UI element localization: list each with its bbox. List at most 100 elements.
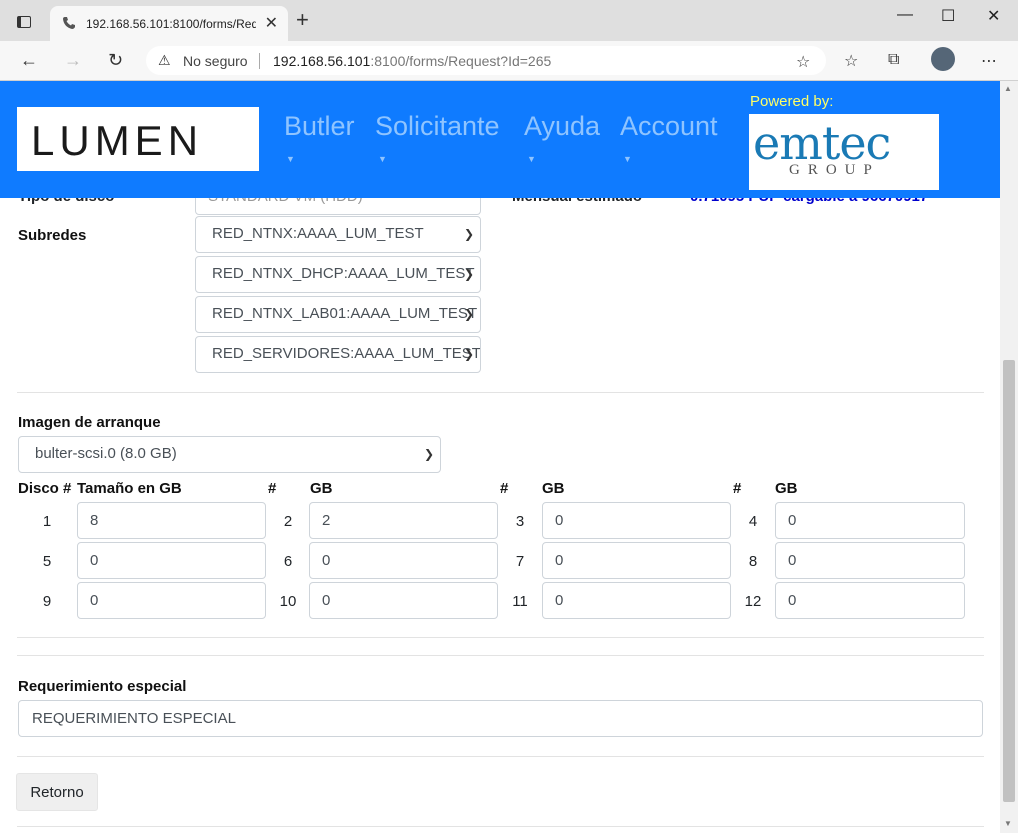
disk-size-input[interactable]: 0 [775, 502, 965, 539]
close-window-icon[interactable]: ✕ [987, 6, 1000, 26]
disk-number: 10 [279, 593, 297, 610]
chevron-down-icon[interactable]: ▼ [286, 154, 295, 164]
chevron-down-icon: ❯ [463, 307, 474, 321]
subnets-label: Subredes [18, 227, 87, 244]
disk-number-header: # [733, 480, 742, 497]
special-requirement-input[interactable]: REQUERIMIENTO ESPECIAL [18, 700, 983, 737]
disk-number: 7 [515, 553, 525, 570]
disk-number: 9 [42, 593, 52, 610]
nav-butler[interactable]: Butler [284, 111, 355, 142]
maximize-icon[interactable]: ☐ [941, 6, 955, 26]
disk-number-header: # [268, 480, 277, 497]
disk-size-input[interactable]: 0 [775, 582, 965, 619]
address-toolbar: ← → ↻ ⚠ No seguro 192.168.56.101:8100/fo… [0, 41, 1018, 81]
disk-number: 5 [42, 553, 52, 570]
divider [259, 53, 260, 69]
scroll-down-icon[interactable]: ▼ [1004, 819, 1012, 828]
browser-tab[interactable]: 192.168.56.101:8100/forms/Requ ✕ [50, 6, 288, 41]
divider [17, 826, 984, 827]
divider [17, 392, 984, 393]
close-tab-icon[interactable]: ✕ [265, 13, 278, 33]
disk-size-input[interactable]: 0 [775, 542, 965, 579]
phone-favicon-icon [63, 17, 75, 29]
chevron-down-icon[interactable]: ▼ [378, 154, 387, 164]
subnet-select-value: RED_SERVIDORES:AAAA_LUM_TEST [212, 345, 481, 362]
collections-icon[interactable]: ⧉ [888, 51, 899, 69]
lumen-logo[interactable]: LUMEN [17, 107, 259, 171]
disk-size-input[interactable]: 8 [77, 502, 266, 539]
add-favorite-icon[interactable]: ☆ [796, 52, 810, 72]
divider [17, 756, 984, 757]
emtec-logo-subtext: GROUP [789, 162, 880, 178]
lumen-logo-text: LUMEN [31, 117, 204, 164]
disk-number: 1 [42, 513, 52, 530]
address-field[interactable]: ⚠ No seguro 192.168.56.101:8100/forms/Re… [146, 46, 826, 75]
subnet-select-1[interactable]: RED_NTNX:AAAA_LUM_TEST ❯ [195, 216, 481, 253]
disk-size-input[interactable]: 0 [542, 502, 731, 539]
disk-size-input[interactable]: 2 [309, 502, 498, 539]
return-button[interactable]: Retorno [16, 773, 98, 811]
subnet-select-value: RED_NTNX:AAAA_LUM_TEST [212, 225, 424, 242]
disk-size-input[interactable]: 0 [309, 542, 498, 579]
page-viewport: Tipo de disco STANDARD VM (HDD) Mensual … [0, 81, 1000, 833]
scrollbar-thumb[interactable] [1003, 360, 1015, 802]
chevron-down-icon: ❯ [423, 447, 434, 461]
subnet-select-3[interactable]: RED_NTNX_LAB01:AAAA_LUM_TEST ❯ [195, 296, 481, 333]
site-header: LUMEN Butler ▼ Solicitante ▼ Ayuda ▼ Acc… [0, 81, 1000, 198]
profile-avatar[interactable] [931, 47, 955, 71]
warning-icon[interactable]: ⚠ [158, 52, 171, 69]
tab-title: 192.168.56.101:8100/forms/Requ [86, 17, 256, 31]
back-arrow-icon[interactable]: ← [20, 50, 38, 71]
divider [17, 637, 984, 638]
boot-image-value: bulter-scsi.0 (8.0 GB) [35, 445, 177, 462]
special-requirement-label: Requerimiento especial [18, 678, 187, 695]
chevron-down-icon[interactable]: ▼ [623, 154, 632, 164]
disk-size-input[interactable]: 0 [309, 582, 498, 619]
disk-size-header: GB [542, 480, 565, 497]
new-tab-icon[interactable]: + [296, 9, 309, 31]
disk-size-input[interactable]: 0 [77, 542, 266, 579]
subnet-select-value: RED_NTNX_LAB01:AAAA_LUM_TEST [212, 305, 478, 322]
subnet-select-2[interactable]: RED_NTNX_DHCP:AAAA_LUM_TEST ❯ [195, 256, 481, 293]
disk-number: 12 [744, 593, 762, 610]
chevron-down-icon: ❯ [463, 227, 474, 241]
chevron-down-icon: ❯ [463, 347, 474, 361]
disk-size-header: GB [310, 480, 333, 497]
boot-image-select[interactable]: bulter-scsi.0 (8.0 GB) ❯ [18, 436, 441, 473]
chevron-down-icon[interactable]: ▼ [527, 154, 536, 164]
disk-size-header: GB [775, 480, 798, 497]
chevron-down-icon: ❯ [463, 267, 474, 281]
browser-tab-bar: 192.168.56.101:8100/forms/Requ ✕ + — ☐ ✕ [0, 0, 1018, 41]
nav-ayuda[interactable]: Ayuda [524, 111, 600, 142]
disk-number: 3 [515, 513, 525, 530]
url-host: 192.168.56.101 [273, 53, 371, 69]
disk-number: 11 [512, 593, 528, 610]
disk-size-input[interactable]: 0 [542, 582, 731, 619]
disk-number: 6 [283, 553, 293, 570]
tab-actions-icon[interactable] [17, 16, 31, 28]
emtec-logo: emtec GROUP [749, 114, 939, 190]
powered-by-label: Powered by: [750, 93, 834, 110]
refresh-icon[interactable]: ↻ [108, 50, 123, 71]
more-menu-icon[interactable]: ⋯ [981, 51, 997, 71]
favorites-icon[interactable]: ☆ [844, 51, 858, 71]
disk-number: 4 [748, 513, 758, 530]
boot-image-label: Imagen de arranque [18, 414, 161, 431]
subnet-select-4[interactable]: RED_SERVIDORES:AAAA_LUM_TEST ❯ [195, 336, 481, 373]
nav-account[interactable]: Account [620, 111, 718, 142]
minimize-icon[interactable]: — [897, 6, 913, 24]
scroll-up-icon[interactable]: ▲ [1004, 84, 1012, 93]
disk-number-header: # [500, 480, 509, 497]
disk-size-input[interactable]: 0 [77, 582, 266, 619]
divider [17, 655, 984, 656]
disk-number: 2 [283, 513, 293, 530]
url-text[interactable]: 192.168.56.101:8100/forms/Request?Id=265 [273, 53, 551, 69]
nav-solicitante[interactable]: Solicitante [375, 111, 500, 142]
url-path: :8100/forms/Request?Id=265 [370, 53, 552, 69]
disk-size-input[interactable]: 0 [542, 542, 731, 579]
subnet-select-value: RED_NTNX_DHCP:AAAA_LUM_TEST [212, 265, 475, 282]
security-status[interactable]: No seguro [183, 53, 248, 69]
forward-arrow-icon[interactable]: → [64, 50, 82, 71]
disk-size-header: Tamaño en GB [77, 480, 182, 497]
disk-number: 8 [748, 553, 758, 570]
